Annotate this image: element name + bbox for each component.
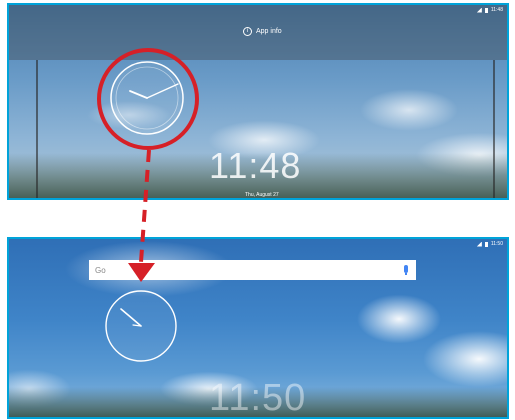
status-time: 11:48 xyxy=(490,7,503,13)
bottom-screenshot-panel: 11:50 Go 11:50 xyxy=(7,237,509,419)
google-search-bar[interactable]: Go xyxy=(89,260,416,280)
date-label: Thu, August 27 xyxy=(245,192,279,198)
digital-clock: 11:48 xyxy=(209,145,302,186)
status-bar: 11:48 xyxy=(476,7,503,13)
analog-clock-widget[interactable] xyxy=(107,58,187,138)
status-time: 11:50 xyxy=(490,241,503,247)
signal-icon xyxy=(476,241,482,247)
app-info-label: App info xyxy=(256,28,282,35)
mic-icon[interactable] xyxy=(404,265,408,273)
widget-frame-right xyxy=(493,60,495,198)
mic-stem xyxy=(405,273,407,275)
signal-icon xyxy=(476,7,482,13)
search-text: Go xyxy=(95,265,106,275)
analog-clock-widget[interactable] xyxy=(101,286,181,366)
battery-icon xyxy=(484,241,488,247)
status-bar: 11:50 xyxy=(476,241,503,247)
app-info-button[interactable]: i App info xyxy=(243,27,282,36)
digital-clock: 11:50 xyxy=(209,377,307,419)
battery-icon xyxy=(484,7,488,13)
top-screenshot-panel: 11:48 i App info 11:48 Thu, August 27 xyxy=(7,3,509,200)
info-icon: i xyxy=(243,27,252,36)
widget-frame-left xyxy=(36,60,38,198)
